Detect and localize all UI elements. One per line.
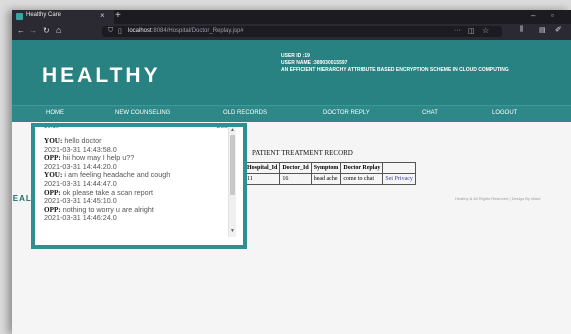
table-header-row: e Hospital_Id Doctor_Id Symptom Doctor R… <box>233 162 416 174</box>
main-menu: HOME NEW COUNSELING OLD RECORDS DOCTOR R… <box>12 105 571 122</box>
reader-icon[interactable]: ▤ <box>539 26 546 34</box>
favicon-icon <box>16 13 23 20</box>
project-title: AN EFFICIENT HIERARCHY ATTRIBUTE BASED E… <box>281 67 509 73</box>
tab-close-icon[interactable]: × <box>100 11 105 21</box>
chat-message: OPP: nothing to worry u are alright 2021… <box>44 205 224 223</box>
pocket-icon[interactable]: ◫ <box>468 27 475 35</box>
reload-icon[interactable]: ↻ <box>43 26 50 35</box>
table-cell: 11 <box>243 173 281 185</box>
menu-chat[interactable]: CHAT <box>422 110 438 116</box>
page-icon: ▯ <box>118 28 122 35</box>
scroll-thumb[interactable] <box>230 135 235 195</box>
browser-tab[interactable]: Healthy Care × <box>12 10 114 24</box>
table-cell: head ache <box>310 173 342 185</box>
message-sender: YOU: <box>44 137 63 145</box>
maximize-icon[interactable]: ▫ <box>551 10 554 22</box>
tab-title: Healthy Care <box>26 12 62 18</box>
treatment-record-table: e Hospital_Id Doctor_Id Symptom Doctor R… <box>233 162 416 185</box>
record-title: PATIENT TREATMENT RECORD <box>252 149 353 157</box>
chat-scrollbar[interactable]: ▲ ▼ <box>228 127 236 237</box>
menu-doctor-reply[interactable]: DOCTOR REPLY <box>323 110 370 116</box>
table-cell: come to chat <box>340 173 384 185</box>
message-text: hii how may I help u?? <box>60 153 135 163</box>
user-id: USER ID :19 <box>281 53 310 59</box>
user-info: USER ID :19 USER NAME :389030015597 AN E… <box>281 53 509 74</box>
url-text[interactable]: localhost:8084/Hospital/Doctor_Replay.js… <box>128 28 244 34</box>
message-time: 2021-03-31 14:46:24.0 <box>44 213 117 223</box>
set-privacy-link[interactable]: Set Privacy <box>382 173 416 185</box>
user-name: USER NAME :389030015597 <box>281 60 348 66</box>
navigation-bar: ← → ↻ ⌂ ⛉ ▯ localhost:8084/Hospital/Doct… <box>12 24 571 40</box>
menu-home[interactable]: HOME <box>46 110 64 116</box>
more-icon[interactable]: ··· <box>454 27 461 34</box>
new-tab-button[interactable]: + <box>115 10 121 22</box>
message-text: hello doctor <box>62 136 102 145</box>
footer-logo: HEAL <box>12 194 32 203</box>
column-header: Symptom <box>310 162 342 174</box>
column-header: Doctor_Id <box>279 162 312 174</box>
site-logo[interactable]: HEALTHY <box>42 64 161 88</box>
bookmark-star-icon[interactable]: ☆ <box>482 26 489 35</box>
site-header: HEALTHY USER ID :19 USER NAME :389030015… <box>12 40 571 105</box>
chat-message-list: YOU: hello doctor 2021-03-31 14:43:58.0 … <box>44 136 224 223</box>
url-bar[interactable]: ⛉ ▯ localhost:8084/Hospital/Doctor_Repla… <box>102 26 502 37</box>
library-icon[interactable]: ⫼ <box>520 26 523 34</box>
menu-new-counseling[interactable]: NEW COUNSELING <box>115 110 170 116</box>
extension-icon[interactable]: ✐ <box>555 25 562 34</box>
chat-message: OPP: hii how may I help u?? 2021-03-31 1… <box>44 153 224 171</box>
minimize-icon[interactable]: – <box>531 10 535 22</box>
menu-old-records[interactable]: OLD RECORDS <box>223 110 267 116</box>
table-row: 87 11 16 head ache come to chat Set Priv… <box>233 173 416 185</box>
menu-logout[interactable]: LOGOUT <box>492 110 517 116</box>
tab-bar: Healthy Care × + – ▫ <box>12 10 571 24</box>
chat-message: OPP: ok please take a scan report 2021-0… <box>44 188 224 206</box>
chat-popup: 10:10 Good YOU: hello doctor 2021-03-31 … <box>31 123 247 249</box>
column-header: Hospital_Id <box>243 162 281 174</box>
home-icon[interactable]: ⌂ <box>56 25 61 35</box>
back-icon[interactable]: ← <box>17 26 25 35</box>
column-header: Doctor Replay <box>340 162 384 174</box>
footer-rights: Healthy & All Rights Reserved | Design B… <box>455 196 541 201</box>
shield-icon: ⛉ <box>108 27 114 34</box>
message-sender: OPP: <box>44 154 61 163</box>
table-cell: 16 <box>279 173 312 185</box>
scroll-down-icon[interactable]: ▼ <box>230 228 235 234</box>
forward-icon[interactable]: → <box>29 26 37 35</box>
chat-message: YOU: i am feeling headache and cough 202… <box>44 171 224 188</box>
chat-message: YOU: hello doctor 2021-03-31 14:43:58.0 <box>44 136 224 154</box>
chat-truncated-text: 10:10 <box>44 124 60 130</box>
column-header <box>382 162 416 174</box>
scroll-up-icon[interactable]: ▲ <box>230 127 235 133</box>
